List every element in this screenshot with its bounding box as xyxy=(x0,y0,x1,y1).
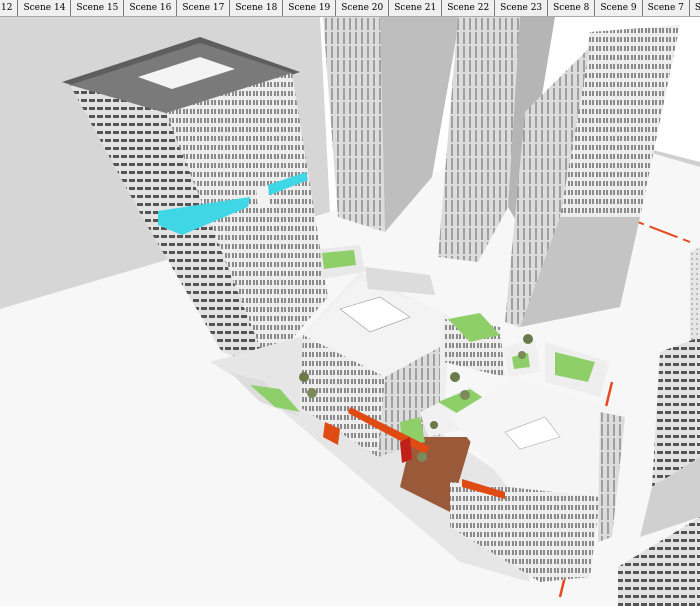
scene-tab[interactable]: Scene 20 xyxy=(336,0,390,16)
scene-tab[interactable]: 12 xyxy=(0,0,19,16)
scene-tab[interactable]: Scene 3 xyxy=(690,0,700,16)
scene-tab[interactable]: Scene 17 xyxy=(177,0,231,16)
scene-tab[interactable]: Scene 18 xyxy=(230,0,284,16)
scene-tab[interactable]: Scene 22 xyxy=(442,0,496,16)
scene-tab[interactable]: Scene 8 xyxy=(548,0,596,16)
scene-tab[interactable]: Scene 15 xyxy=(71,0,125,16)
scene-tab[interactable]: Scene 21 xyxy=(389,0,443,16)
scene-tab-strip: 12 Scene 14 Scene 15 Scene 16 Scene 17 Scene … xyxy=(0,0,700,16)
model-viewport[interactable] xyxy=(0,17,700,606)
scene-tab[interactable]: Scene 16 xyxy=(124,0,178,16)
scene-tab[interactable]: Scene 14 xyxy=(18,0,72,16)
scene-tab[interactable]: Scene 19 xyxy=(283,0,337,16)
3d-model-canvas[interactable] xyxy=(0,17,700,606)
scene-tab-bar: 12 Scene 14 Scene 15 Scene 16 Scene 17 Scene … xyxy=(0,0,700,17)
scene-tab[interactable]: Scene 7 xyxy=(643,0,690,16)
scene-tab[interactable]: Scene 23 xyxy=(495,0,549,16)
scene-tab[interactable]: Scene 9 xyxy=(595,0,643,16)
